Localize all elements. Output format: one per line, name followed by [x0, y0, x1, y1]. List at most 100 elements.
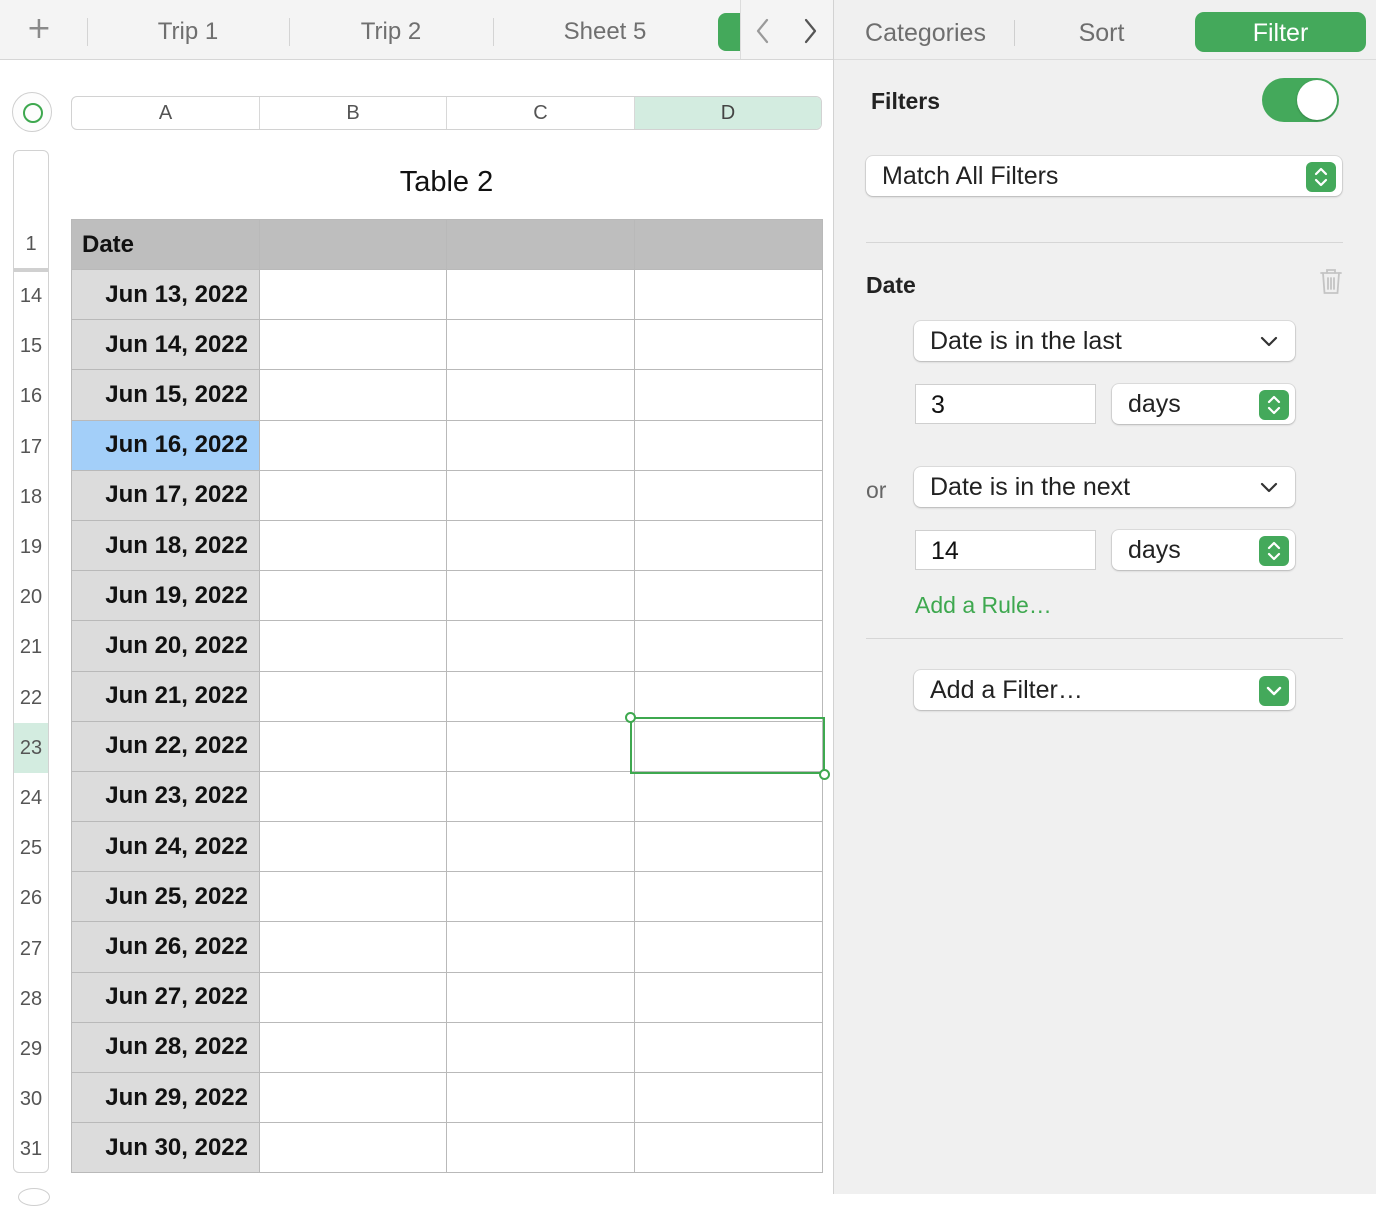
date-cell[interactable]: Jun 23, 2022 — [71, 770, 260, 823]
table-cell[interactable] — [446, 319, 635, 371]
date-cell[interactable]: Jun 15, 2022 — [71, 369, 260, 421]
rule-2-condition-popup[interactable]: Date is in the next — [914, 467, 1295, 507]
table-cell[interactable] — [259, 519, 447, 572]
table-cell[interactable] — [634, 871, 823, 923]
table-cell[interactable] — [446, 620, 635, 672]
date-cell[interactable]: Jun 17, 2022 — [71, 469, 260, 521]
rule-1-condition-popup[interactable]: Date is in the last — [914, 321, 1295, 361]
table-cell[interactable] — [259, 770, 447, 823]
match-mode-popup[interactable]: Match All Filters — [866, 156, 1342, 196]
table-cell[interactable] — [259, 1021, 447, 1074]
table-cell[interactable] — [634, 469, 823, 521]
row-header[interactable]: 25 — [14, 823, 48, 873]
date-cell[interactable]: Jun 18, 2022 — [71, 519, 260, 572]
table-cell[interactable] — [446, 469, 635, 521]
table-cell[interactable] — [446, 369, 635, 421]
date-cell[interactable]: Jun 21, 2022 — [71, 670, 260, 722]
row-header[interactable]: 19 — [14, 522, 48, 572]
table-cell[interactable] — [259, 670, 447, 722]
table-cell[interactable] — [446, 720, 635, 772]
table-cell[interactable] — [634, 419, 823, 471]
table-cell[interactable] — [259, 821, 447, 873]
tab-sort[interactable]: Sort — [1024, 12, 1179, 52]
filters-toggle[interactable] — [1262, 78, 1339, 122]
date-cell[interactable]: Jun 26, 2022 — [71, 921, 260, 973]
table-cell[interactable] — [634, 1021, 823, 1074]
table-cell[interactable] — [259, 1071, 447, 1124]
date-cell[interactable]: Jun 13, 2022 — [71, 268, 260, 321]
table-cell[interactable] — [634, 570, 823, 622]
row-header[interactable]: 16 — [14, 371, 48, 421]
selection-handle-top-left[interactable] — [625, 712, 636, 723]
table-cell[interactable] — [259, 319, 447, 371]
row-header[interactable]: 20 — [14, 572, 48, 622]
sheet-tab-trip-2[interactable]: Trip 2 — [290, 0, 492, 59]
row-header[interactable]: 30 — [14, 1074, 48, 1124]
table-cell[interactable] — [259, 871, 447, 923]
chevron-left-icon[interactable] — [748, 14, 778, 48]
table-cell[interactable] — [446, 419, 635, 471]
table-cell[interactable] — [446, 921, 635, 973]
sheet-tab-sheet-5[interactable]: Sheet 5 — [494, 0, 716, 59]
table-cell[interactable] — [634, 319, 823, 371]
date-cell[interactable]: Jun 22, 2022 — [71, 720, 260, 772]
table-cell[interactable] — [446, 268, 635, 321]
table-cell[interactable] — [634, 1122, 823, 1174]
rule-1-value-field[interactable]: 3 — [915, 384, 1096, 424]
select-all-button[interactable] — [12, 92, 52, 132]
table-cell[interactable] — [259, 369, 447, 421]
table-title[interactable]: Table 2 — [71, 166, 822, 199]
selection-handle-bottom-right[interactable] — [819, 769, 830, 780]
column-header-c[interactable]: C — [447, 97, 635, 129]
row-header[interactable]: 23 — [14, 722, 48, 773]
table-cell[interactable] — [634, 670, 823, 722]
row-header[interactable]: 29 — [14, 1024, 48, 1074]
table-cell[interactable] — [446, 1021, 635, 1074]
row-header[interactable]: 26 — [14, 873, 48, 923]
header-cell[interactable] — [259, 219, 447, 270]
table-cell[interactable] — [634, 620, 823, 672]
table-cell[interactable] — [634, 770, 823, 823]
table-cell[interactable] — [259, 921, 447, 973]
table-cell[interactable] — [446, 770, 635, 823]
table-cell[interactable] — [634, 921, 823, 973]
add-filter-popup[interactable]: Add a Filter… — [914, 670, 1295, 710]
row-header[interactable]: 28 — [14, 974, 48, 1024]
table-cell[interactable] — [446, 1071, 635, 1124]
table-cell[interactable] — [446, 570, 635, 622]
table-cell[interactable] — [259, 1122, 447, 1174]
sheet-tab-active[interactable] — [718, 13, 740, 51]
row-header[interactable]: 22 — [14, 673, 48, 723]
table-cell[interactable] — [446, 871, 635, 923]
rule-1-unit-popup[interactable]: days — [1112, 384, 1295, 424]
date-cell[interactable]: Jun 24, 2022 — [71, 821, 260, 873]
date-cell[interactable]: Jun 19, 2022 — [71, 570, 260, 622]
row-header[interactable]: 18 — [14, 472, 48, 522]
header-cell[interactable] — [634, 219, 823, 270]
table-cell[interactable] — [446, 670, 635, 722]
date-cell[interactable]: Jun 29, 2022 — [71, 1071, 260, 1124]
date-cell[interactable]: Jun 28, 2022 — [71, 1021, 260, 1074]
column-header-a[interactable]: A — [72, 97, 260, 129]
table-cell[interactable] — [634, 519, 823, 572]
row-header[interactable]: 14 — [14, 271, 48, 321]
trash-icon[interactable] — [1318, 266, 1344, 296]
table-cell[interactable] — [259, 469, 447, 521]
add-row-handle[interactable] — [18, 1188, 50, 1206]
tab-filter[interactable]: Filter — [1195, 12, 1366, 52]
row-header[interactable]: 24 — [14, 773, 48, 823]
column-header-d[interactable]: D — [635, 97, 821, 129]
row-header[interactable]: 27 — [14, 924, 48, 974]
table-cell[interactable] — [446, 519, 635, 572]
table-cell[interactable] — [259, 971, 447, 1023]
table-cell[interactable] — [634, 1071, 823, 1124]
sheet-tab-trip-1[interactable]: Trip 1 — [88, 0, 288, 59]
table-cell[interactable] — [259, 720, 447, 772]
date-cell[interactable]: Jun 14, 2022 — [71, 319, 260, 371]
tab-categories[interactable]: Categories — [852, 12, 999, 52]
header-cell-date[interactable]: Date — [71, 219, 260, 270]
date-cell[interactable]: Jun 20, 2022 — [71, 620, 260, 672]
row-header[interactable]: 17 — [14, 422, 48, 472]
column-header-b[interactable]: B — [260, 97, 447, 129]
table-cell[interactable] — [259, 419, 447, 471]
